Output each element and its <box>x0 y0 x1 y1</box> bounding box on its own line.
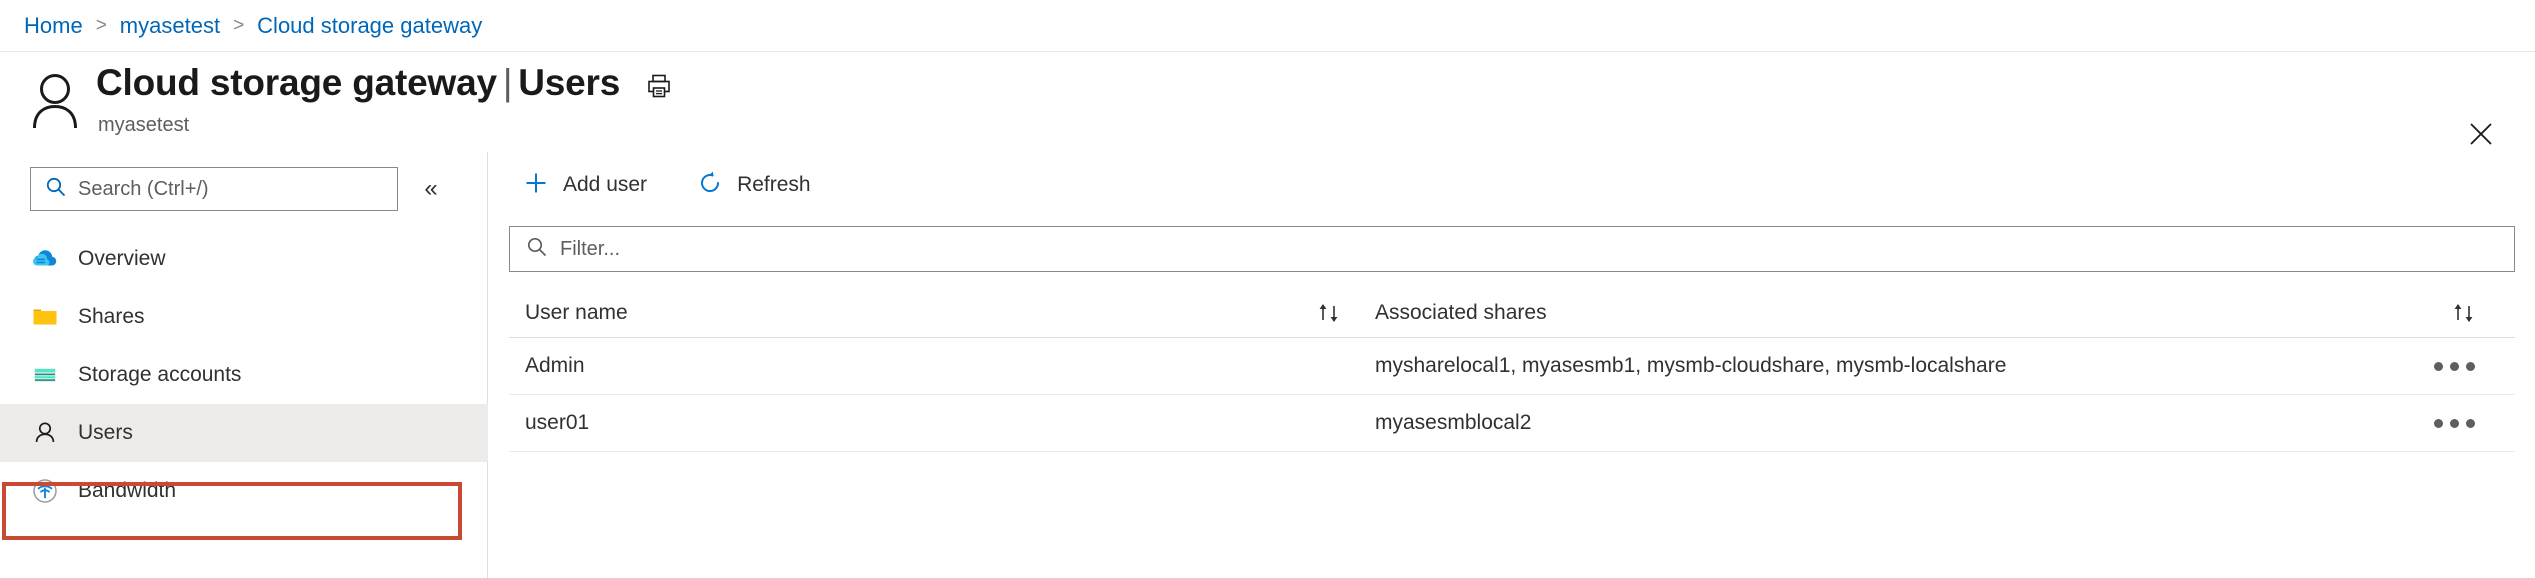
printer-icon[interactable] <box>642 69 676 103</box>
column-header-associated-shares[interactable]: Associated shares <box>1359 301 2369 325</box>
sidebar-item-shares[interactable]: Shares <box>0 288 488 346</box>
command-toolbar: Add user Refresh <box>519 164 815 206</box>
breadcrumb-item-cloud-storage-gateway[interactable]: Cloud storage gateway <box>257 13 482 39</box>
blade-content: Add user Refresh Filter... User name Ass… <box>489 152 2535 578</box>
refresh-icon <box>697 170 723 201</box>
ellipsis-icon[interactable] <box>2430 411 2479 436</box>
row-actions <box>2369 354 2515 379</box>
cell-user-name: Admin <box>525 354 585 377</box>
search-icon <box>45 176 67 203</box>
cloud-icon <box>30 244 60 274</box>
bandwidth-icon <box>30 476 60 506</box>
ellipsis-icon[interactable] <box>2430 354 2479 379</box>
breadcrumb-separator: > <box>233 14 245 36</box>
cell-user-name: user01 <box>525 411 590 434</box>
storage-account-icon <box>30 360 60 390</box>
filter-input-wrapper[interactable] <box>509 226 2515 272</box>
column-header-user-name[interactable]: User name <box>509 301 1299 325</box>
user-outline-icon <box>26 70 84 132</box>
sidebar-item-label: Storage accounts <box>78 363 242 386</box>
table-row[interactable]: user01 myasesmblocal2 <box>509 395 2515 452</box>
users-table: User name Associated shares Admin myshar… <box>509 288 2515 452</box>
plus-icon <box>523 170 549 201</box>
column-header-label: Associated shares <box>1375 300 1547 324</box>
search-input-wrapper[interactable] <box>30 167 398 211</box>
blade-sidebar: « Overview <box>0 152 488 578</box>
cell-associated-shares: mysharelocal1, myasesmb1, mysmb-cloudsha… <box>1375 354 2007 377</box>
sort-arrows-icon <box>1314 300 1344 326</box>
cell-associated-shares: myasesmblocal2 <box>1375 411 1532 434</box>
search-input[interactable] <box>78 177 378 201</box>
user-icon <box>30 418 60 448</box>
page-title: Cloud storage gateway | Users <box>96 62 620 104</box>
breadcrumb: Home > myasetest > Cloud storage gateway <box>0 0 2535 52</box>
breadcrumb-item-myasetest[interactable]: myasetest <box>120 13 220 39</box>
azure-portal-blade: Home > myasetest > Cloud storage gateway… <box>0 0 2535 578</box>
breadcrumb-item-home[interactable]: Home <box>24 13 83 39</box>
sidebar-item-bandwidth[interactable]: Bandwidth <box>0 462 488 520</box>
sort-associated-shares-button[interactable] <box>2369 300 2515 326</box>
add-user-button[interactable]: Add user <box>519 164 651 206</box>
refresh-button[interactable]: Refresh <box>693 164 815 206</box>
add-user-label: Add user <box>563 173 648 196</box>
page-title-group: Cloud storage gateway | Users <box>96 62 676 104</box>
sidebar-nav-list: Overview Shares Storage accounts Users B… <box>0 230 488 520</box>
sort-arrows-icon <box>2449 300 2479 326</box>
row-actions <box>2369 411 2515 436</box>
refresh-label: Refresh <box>737 173 811 196</box>
resource-subtitle: myasetest <box>98 114 190 136</box>
page-title-separator: | <box>502 62 513 103</box>
sidebar-item-label: Shares <box>78 305 145 328</box>
blade-header: Cloud storage gateway | Users myasetest <box>0 52 2535 152</box>
sidebar-item-storage-accounts[interactable]: Storage accounts <box>0 346 488 404</box>
chevron-double-left-icon[interactable]: « <box>416 174 446 204</box>
table-header-row: User name Associated shares <box>509 288 2515 338</box>
table-row[interactable]: Admin mysharelocal1, myasesmb1, mysmb-cl… <box>509 338 2515 395</box>
sidebar-item-users[interactable]: Users <box>0 404 488 462</box>
close-icon[interactable] <box>2461 114 2501 154</box>
breadcrumb-separator: > <box>95 14 107 36</box>
sidebar-item-overview[interactable]: Overview <box>0 230 488 288</box>
search-icon <box>526 236 548 263</box>
sidebar-item-label: Bandwidth <box>78 479 177 502</box>
sidebar-search-row: « <box>30 167 446 211</box>
page-title-section: Users <box>518 62 621 103</box>
sidebar-item-label: Users <box>78 421 133 444</box>
column-header-label: User name <box>525 300 628 324</box>
sort-user-name-button[interactable] <box>1299 300 1359 326</box>
sidebar-item-label: Overview <box>78 247 166 270</box>
folder-icon <box>30 302 60 332</box>
page-title-resource: Cloud storage gateway <box>96 62 497 103</box>
filter-input[interactable] <box>560 237 1360 261</box>
